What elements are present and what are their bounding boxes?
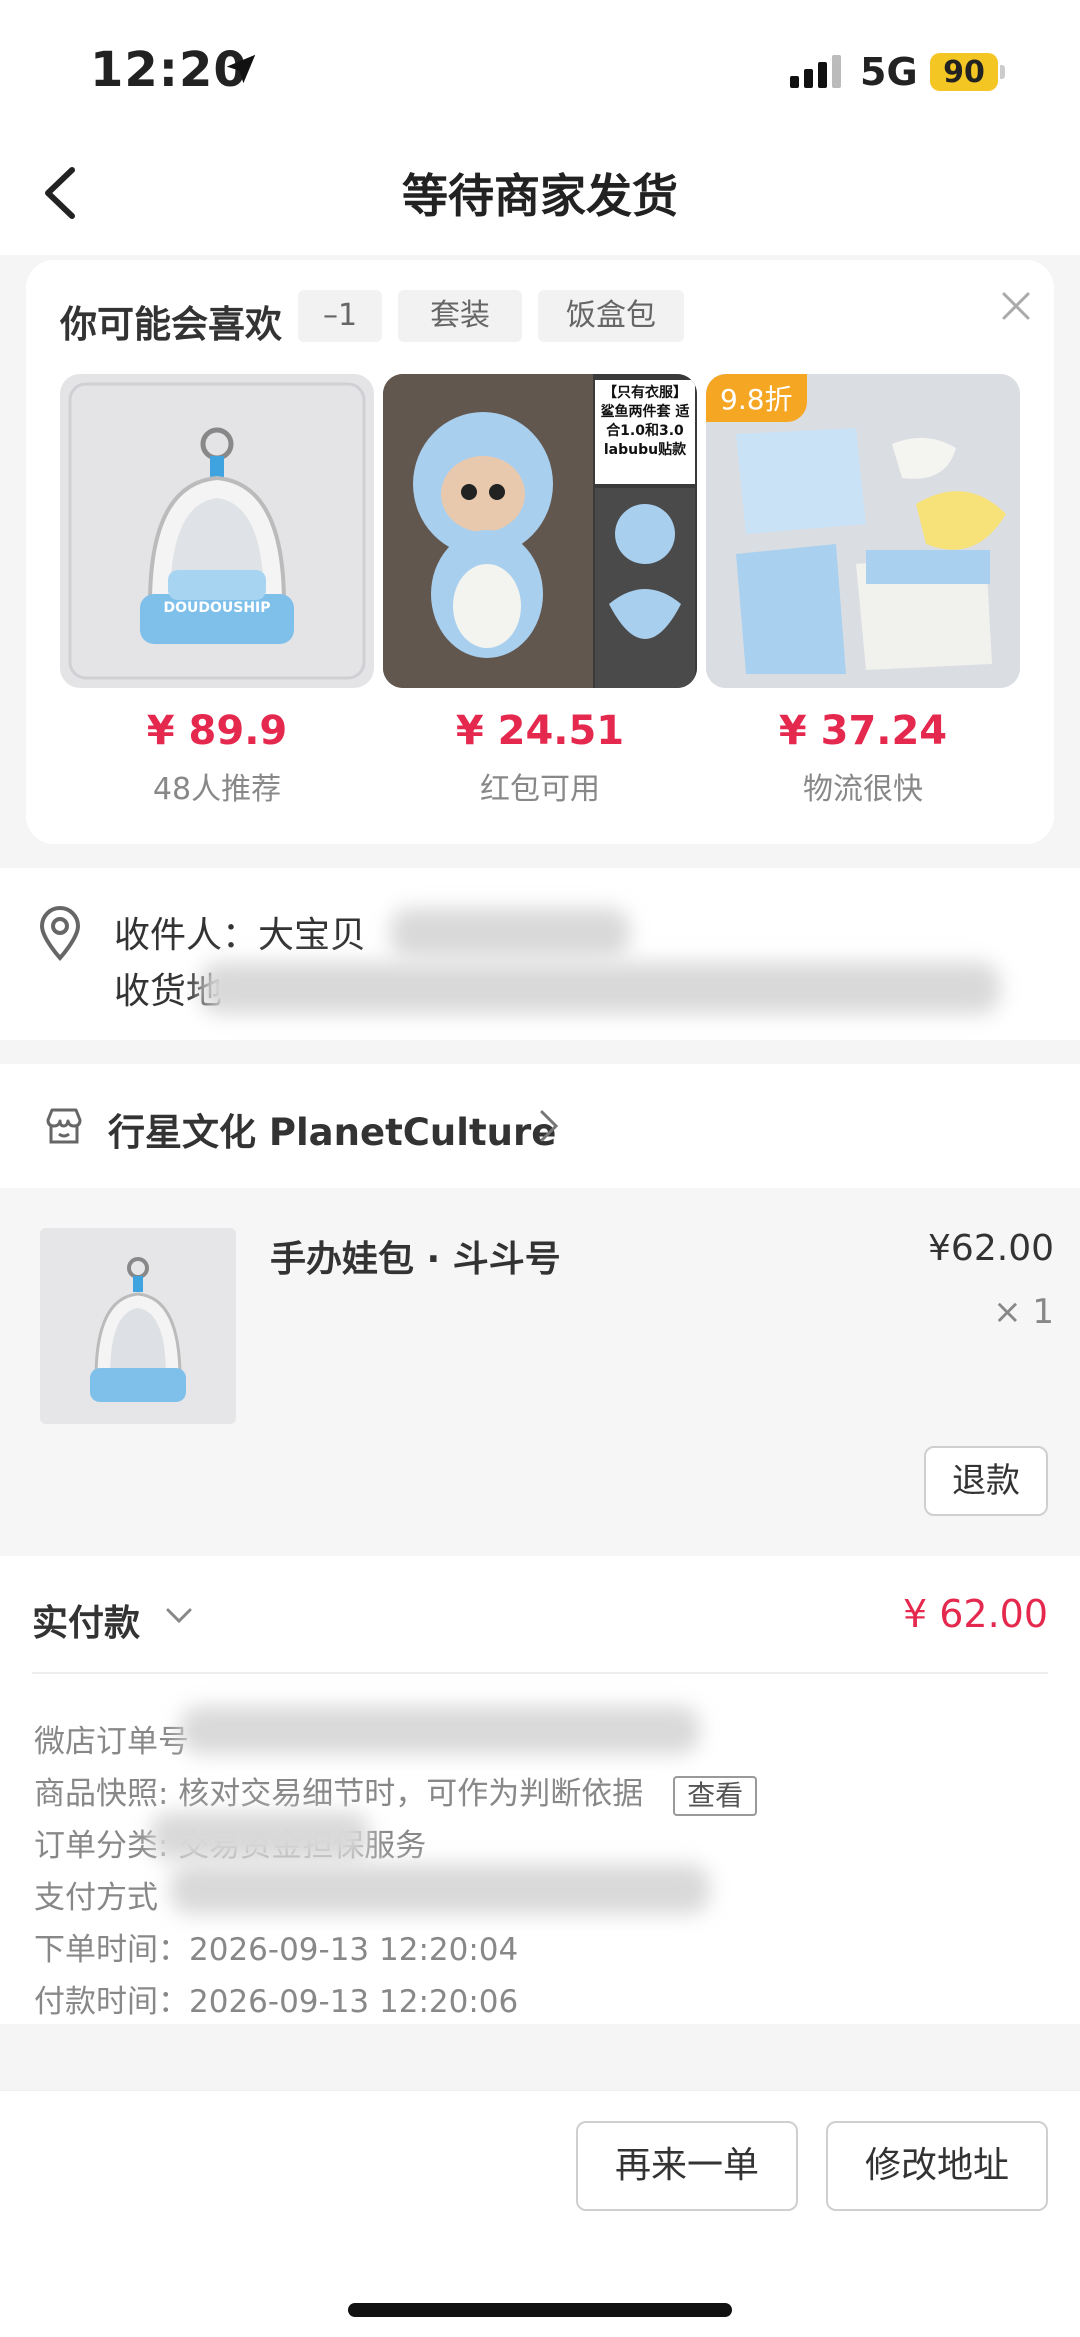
paid-amount-label[interactable]: 实付款 xyxy=(32,1594,140,1646)
product-subtitle: 物流很快 xyxy=(803,772,923,807)
battery-level: 90 xyxy=(943,55,985,90)
recommendation-title: 你可能会喜欢 xyxy=(60,303,282,346)
product-image: 【只有衣服】 鲨鱼两件套 适合1.0和3.0 labubu贴款 xyxy=(383,374,697,688)
item-quantity: × 1 xyxy=(993,1292,1054,1332)
payment-section: 实付款 ¥ 62.00 微店订单号 商品快照: 核对交易细节时，可作为判断依据 … xyxy=(0,1556,1080,2024)
shop-header[interactable]: 行星文化 PlanetCulture xyxy=(0,1064,1080,1188)
product-subtitle: 48人推荐 xyxy=(152,772,282,807)
page-title: 等待商家发货 xyxy=(402,169,678,223)
snapshot-row: 商品快照: 核对交易细节时，可作为判断依据 查看 xyxy=(34,1768,758,1816)
order-item[interactable]: 手办娃包 · 斗斗号 ¥62.00 × 1 退款 xyxy=(0,1188,1080,1556)
product-image-label: DOUDOUSHIP xyxy=(163,600,271,616)
filter-chip[interactable]: 饭盒包 xyxy=(538,290,684,342)
product-image-label: 【只有衣服】 鲨鱼两件套 适合1.0和3.0 labubu贴款 xyxy=(600,385,690,458)
network-label: 5G xyxy=(860,50,918,94)
payment-time-row: 付款时间：2026-09-13 12:20:06 xyxy=(34,1976,518,2021)
redacted-payment-method xyxy=(170,1864,710,1914)
store-icon xyxy=(46,1108,82,1144)
order-time: 下单时间：2026-09-13 12:20:04 xyxy=(34,1932,519,1968)
product-price: ¥ 89.9 xyxy=(146,708,288,754)
product-card[interactable]: 【只有衣服】 鲨鱼两件套 适合1.0和3.0 labubu贴款 ¥ 24.51 … xyxy=(383,374,697,808)
order-time-row: 下单时间：2026-09-13 12:20:04 xyxy=(34,1924,518,1969)
payment-method-label: 支付方式 xyxy=(34,1880,158,1916)
status-bar: 12:20 5G 90 xyxy=(0,0,1080,130)
item-name: 手办娃包 · 斗斗号 xyxy=(270,1239,561,1280)
product-price: ¥ 37.24 xyxy=(778,708,948,754)
close-icon[interactable] xyxy=(994,284,1038,328)
snapshot-label: 商品快照: 核对交易细节时，可作为判断依据 xyxy=(34,1776,644,1812)
reorder-button[interactable]: 再来一单 xyxy=(576,2121,798,2211)
home-indicator xyxy=(348,2303,732,2317)
divider xyxy=(32,1672,1048,1674)
location-pin-icon xyxy=(39,906,81,961)
address-section[interactable]: 收件人：大宝贝 收货地 xyxy=(0,868,1080,1040)
location-arrow-icon xyxy=(226,54,256,84)
payment-method-row: 支付方式 xyxy=(34,1872,158,1917)
paid-amount: ¥ 62.00 xyxy=(902,1592,1048,1636)
bottom-action-bar: 再来一单 修改地址 xyxy=(0,2090,1080,2337)
product-image: 9.8折 xyxy=(706,374,1020,688)
redacted-address xyxy=(200,962,1000,1014)
product-card[interactable]: DOUDOUSHIP ¥ 89.9 48人推荐 xyxy=(60,374,374,808)
order-number-label: 微店订单号 xyxy=(34,1724,189,1760)
product-price: ¥ 24.51 xyxy=(455,708,625,754)
recommendation-card: 你可能会喜欢 –1 套装 饭盒包 DOUDOUSHIP ¥ 89.9 48人推荐 xyxy=(26,260,1054,844)
redacted-phone xyxy=(390,908,630,958)
redacted-order-number xyxy=(180,1706,700,1754)
order-number-row: 微店订单号 xyxy=(34,1716,189,1761)
change-address-button[interactable]: 修改地址 xyxy=(826,2121,1048,2211)
product-subtitle: 红包可用 xyxy=(480,772,600,807)
shop-name: 行星文化 PlanetCulture xyxy=(108,1111,557,1154)
item-price: ¥62.00 xyxy=(928,1228,1054,1269)
discount-badge: 9.8折 xyxy=(706,374,807,422)
refund-button[interactable]: 退款 xyxy=(924,1446,1048,1516)
item-image xyxy=(40,1228,236,1424)
nav-bar: 等待商家发货 xyxy=(0,130,1080,255)
payment-time: 付款时间：2026-09-13 12:20:06 xyxy=(34,1984,519,2020)
redacted-order-type xyxy=(150,1812,370,1860)
chevron-down-icon[interactable] xyxy=(164,1606,194,1626)
product-image: DOUDOUSHIP xyxy=(60,374,374,688)
recipient-name: 收件人：大宝贝 xyxy=(114,915,367,956)
filter-chip[interactable]: –1 xyxy=(298,290,382,342)
chevron-right-icon xyxy=(540,1110,559,1142)
view-snapshot-button[interactable]: 查看 xyxy=(673,1775,758,1816)
filter-chip[interactable]: 套装 xyxy=(398,290,522,342)
signal-icon xyxy=(790,55,841,88)
battery-icon: 90 xyxy=(930,53,1005,91)
product-card[interactable]: 9.8折 ¥ 37.24 物流很快 xyxy=(706,374,1020,808)
